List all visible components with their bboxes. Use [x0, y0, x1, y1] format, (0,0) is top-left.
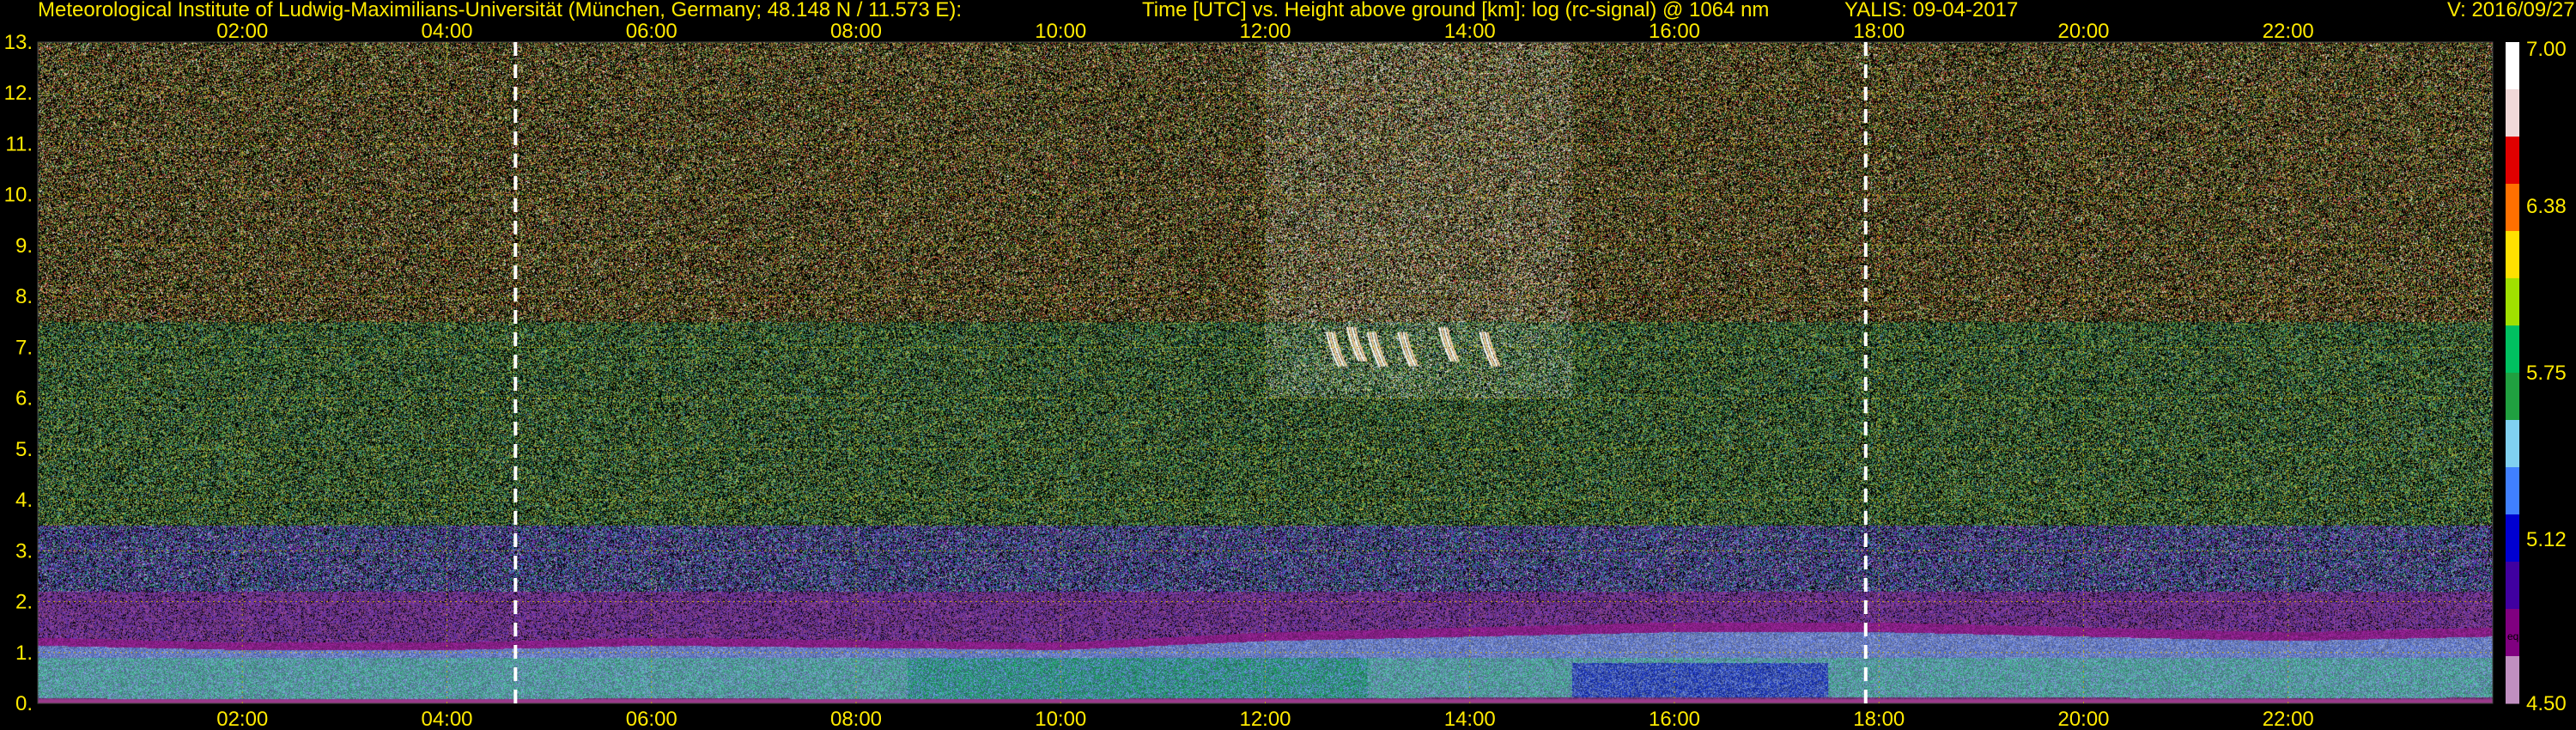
y-axis-ticks: 0. 1. 2. 3. 4. 5. 6. 7. 8. 9. 10. 11. 12. 13.	[4, 31, 33, 715]
colorbar-label: 6.38	[2526, 195, 2567, 218]
y-tick-label: 12.	[4, 82, 33, 105]
x-tick-label-top: 12:00	[1239, 20, 1291, 43]
colorbar-segment	[2506, 89, 2519, 137]
colorbar-segment	[2506, 467, 2519, 515]
colorbar-label: 7.00	[2526, 38, 2567, 61]
y-tick-label: 1.	[15, 642, 33, 665]
y-tick-label: 9.	[15, 234, 33, 258]
colorbar-eq-label: eq	[2507, 630, 2518, 642]
x-tick-label-bottom: 22:00	[2263, 708, 2314, 730]
colorbar-segment	[2506, 373, 2519, 421]
x-tick-label-top: 10:00	[1035, 20, 1086, 43]
colorbar-segment	[2506, 562, 2519, 610]
x-tick-label-top: 20:00	[2057, 20, 2109, 43]
x-tick-label-bottom: 18:00	[1853, 708, 1905, 730]
x-tick-label-bottom: 12:00	[1239, 708, 1291, 730]
colorbar-segment	[2506, 278, 2519, 326]
x-tick-label-bottom: 10:00	[1035, 708, 1086, 730]
x-tick-label-bottom: 20:00	[2057, 708, 2109, 730]
colorbar-segment	[2506, 325, 2519, 374]
x-tick-label-bottom: 06:00	[626, 708, 677, 730]
x-tick-label-top: 08:00	[830, 20, 882, 43]
x-tick-label-top: 16:00	[1649, 20, 1700, 43]
y-tick-label: 2.	[15, 591, 33, 614]
x-tick-label-bottom: 14:00	[1444, 708, 1496, 730]
y-tick-label: 0.	[15, 692, 33, 715]
chart-axes-overlay: 0. 1. 2. 3. 4. 5. 6. 7. 8. 9. 10. 11. 12. 13. 02:00 04…	[4, 20, 2567, 730]
vertical-grid	[241, 42, 2289, 703]
x-tick-label-top: 14:00	[1444, 20, 1496, 43]
colorbar-segment	[2506, 231, 2519, 279]
x-tick-label-top: 04:00	[421, 20, 472, 43]
x-tick-label-top: 02:00	[216, 20, 268, 43]
colorbar-segment	[2506, 514, 2519, 563]
y-tick-label: 6.	[15, 387, 33, 411]
y-tick-label: 7.	[15, 336, 33, 359]
y-tick-label: 13.	[4, 31, 33, 54]
colorbar-label: 5.75	[2526, 362, 2567, 385]
x-tick-label-top: 06:00	[626, 20, 677, 43]
x-tick-label-top: 18:00	[1853, 20, 1905, 43]
colorbar-label: 5.12	[2526, 528, 2567, 551]
x-tick-label-top: 22:00	[2263, 20, 2314, 43]
x-tick-label-bottom: 08:00	[830, 708, 882, 730]
x-tick-label-bottom: 16:00	[1649, 708, 1700, 730]
colorbar-segment	[2506, 137, 2519, 185]
dashed-time-markers	[513, 42, 1868, 703]
y-tick-label: 8.	[15, 285, 33, 308]
colorbar-segment	[2506, 656, 2519, 704]
colorbar-label: 4.50	[2526, 692, 2567, 715]
x-axis-ticks-top: 02:00 04:00 06:00 08:00 10:00 12:00 14:00 16:00…	[216, 20, 2314, 43]
colorbar: 7.00 6.38 5.75 5.12 4.50 eq	[2506, 38, 2567, 715]
x-axis-ticks-bottom: 02:00 04:00 06:00 08:00 10:00 12:00 14:00 16:00…	[216, 708, 2314, 730]
colorbar-segment	[2506, 184, 2519, 232]
y-tick-label: 11.	[5, 132, 33, 155]
x-tick-label-bottom: 02:00	[216, 708, 268, 730]
y-tick-label: 10.	[4, 184, 33, 207]
y-tick-label: 3.	[15, 539, 33, 563]
y-tick-label: 4.	[15, 489, 33, 512]
colorbar-segment	[2506, 420, 2519, 468]
y-tick-label: 5.	[15, 438, 33, 461]
colorbar-segment	[2506, 42, 2519, 90]
x-tick-label-bottom: 04:00	[421, 708, 472, 730]
